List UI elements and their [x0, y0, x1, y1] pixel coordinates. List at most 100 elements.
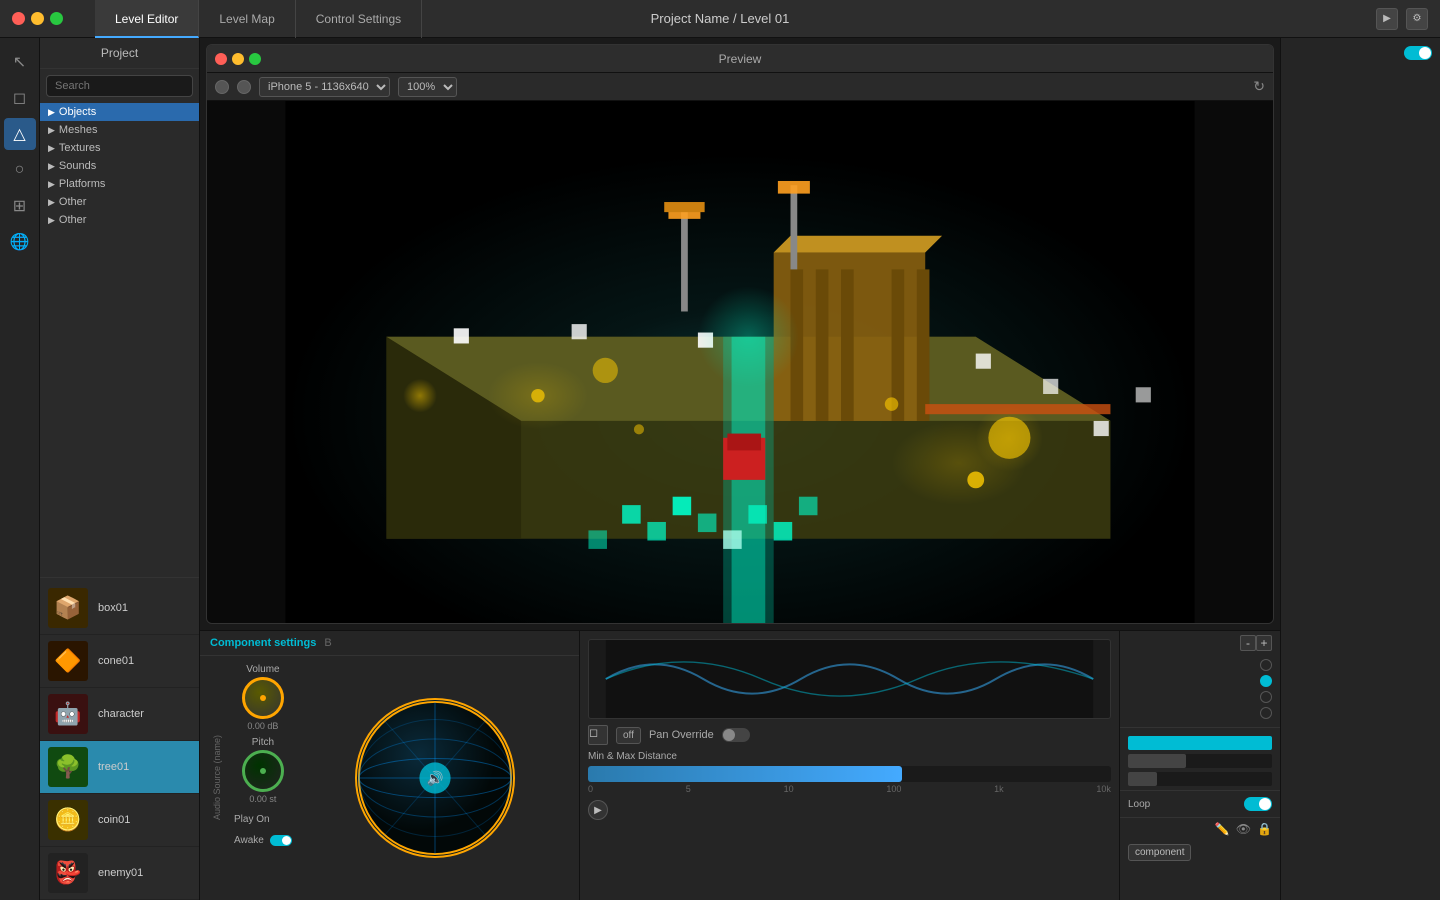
preview-close[interactable]: [215, 53, 227, 65]
maximize-button[interactable]: [50, 12, 63, 25]
edit-icon[interactable]: ✏️: [1215, 822, 1230, 836]
device-select[interactable]: iPhone 5 - 1136x640: [259, 77, 390, 97]
minus-button[interactable]: -: [1240, 635, 1256, 651]
right-toggle-row: [1289, 46, 1432, 60]
playback-row: ▶: [588, 800, 1111, 820]
component-button[interactable]: component: [1128, 844, 1191, 861]
slider-1[interactable]: [1128, 736, 1272, 750]
radio-btn-4[interactable]: [1260, 707, 1272, 719]
slider-2[interactable]: [1128, 754, 1272, 768]
circle-icon[interactable]: ○: [4, 154, 36, 186]
tab-control-settings[interactable]: Control Settings: [296, 0, 422, 38]
tree-item-textures[interactable]: ▶ Textures: [40, 139, 199, 157]
grid-icon[interactable]: ⊞: [4, 190, 36, 222]
distance-slider[interactable]: [588, 766, 1111, 782]
pitch-label: Pitch: [252, 737, 274, 748]
close-button[interactable]: [12, 12, 25, 25]
cursor-icon[interactable]: ↖: [4, 46, 36, 78]
preview-title: Preview: [719, 52, 762, 66]
prop-row-3: [1128, 691, 1272, 703]
radio-btn-2[interactable]: [1260, 675, 1272, 687]
preview-toolbar: iPhone 5 - 1136x640 100% ↻: [207, 73, 1273, 101]
preview-mode-btn2[interactable]: [237, 80, 251, 94]
main-toggle[interactable]: [1404, 46, 1432, 60]
tree-list: ▶ Objects ▶ Meshes ▶ Textures ▶ Sounds ▶…: [40, 103, 199, 573]
window-title: Project Name / Level 01: [651, 11, 790, 26]
tree-item-sounds[interactable]: ▶ Sounds: [40, 157, 199, 175]
search-input[interactable]: [46, 75, 193, 97]
game-scene-svg: [207, 101, 1273, 623]
window-controls: [0, 12, 75, 25]
preview-window: Preview iPhone 5 - 1136x640 100% ↻: [206, 44, 1274, 624]
action-icons-row: ✏️ 👁 🔒: [1120, 817, 1280, 840]
refresh-button[interactable]: ↻: [1253, 78, 1265, 95]
tree-item-objects[interactable]: ▶ Objects: [40, 103, 199, 121]
asset-enemy01[interactable]: 👺 enemy01: [40, 847, 199, 900]
sphere-svg: 🔊: [357, 698, 513, 858]
asset-thumb-tree01: 🌳: [48, 747, 88, 787]
prop-row-1: [1128, 659, 1272, 671]
asset-box01[interactable]: 📦 box01: [40, 582, 199, 635]
slider-1-fill: [1128, 736, 1272, 750]
asset-name-box01: box01: [98, 602, 128, 614]
settings-button[interactable]: ⚙: [1406, 8, 1428, 30]
waveform-svg: [589, 640, 1110, 718]
preview-minimize[interactable]: [232, 53, 244, 65]
minimize-button[interactable]: [31, 12, 44, 25]
component-settings-title: Component settings: [210, 637, 316, 649]
preview-mode-btn1[interactable]: [215, 80, 229, 94]
pitch-val: 0.00 st: [249, 794, 276, 804]
tree-item-meshes[interactable]: ▶ Meshes: [40, 121, 199, 139]
asset-coin01[interactable]: 🪙 coin01: [40, 794, 199, 847]
bottom-tab-b[interactable]: B: [324, 637, 331, 649]
pan-toggle-switch[interactable]: [722, 728, 750, 742]
asset-name-enemy01: enemy01: [98, 867, 143, 879]
globe-icon[interactable]: 🌐: [4, 226, 36, 258]
pan-toggle-btn[interactable]: ◻: [588, 725, 608, 745]
play-button[interactable]: ▶: [1376, 8, 1398, 30]
awake-label: Awake: [234, 835, 264, 846]
asset-character[interactable]: 🤖 character: [40, 688, 199, 741]
tree-item-other-1[interactable]: ▶ Other: [40, 193, 199, 211]
preview-maximize[interactable]: [249, 53, 261, 65]
asset-thumb-cone01: 🔶: [48, 641, 88, 681]
tree-item-platforms[interactable]: ▶ Platforms: [40, 175, 199, 193]
loop-toggle[interactable]: [1244, 797, 1272, 811]
plus-button[interactable]: +: [1256, 635, 1272, 651]
loop-row: Loop: [1120, 790, 1280, 817]
pitch-knob-group: Pitch 0.00 st: [234, 737, 292, 804]
volume-knob[interactable]: [242, 677, 284, 719]
shapes-icon[interactable]: ◻: [4, 82, 36, 114]
asset-list: 📦 box01 🔶 cone01 🤖 character 🌳 tree01 🪙 …: [40, 582, 199, 900]
asset-thumb-character: 🤖: [48, 694, 88, 734]
prop-row-4: [1128, 707, 1272, 719]
slider-3[interactable]: [1128, 772, 1272, 786]
eye-icon[interactable]: 👁: [1236, 822, 1251, 836]
asset-name-character: character: [98, 708, 144, 720]
asset-tree01[interactable]: 🌳 tree01: [40, 741, 199, 794]
asset-name-cone01: cone01: [98, 655, 134, 667]
radio-btn-3[interactable]: [1260, 691, 1272, 703]
slider-3-fill: [1128, 772, 1157, 786]
loop-label: Loop: [1128, 799, 1150, 810]
audio-sphere: 🔊: [355, 698, 515, 858]
pan-off-button[interactable]: off: [616, 727, 641, 744]
tab-level-editor[interactable]: Level Editor: [95, 0, 199, 38]
preview-window-controls: [215, 53, 261, 65]
zoom-select[interactable]: 100%: [398, 77, 457, 97]
awake-toggle[interactable]: [270, 835, 292, 846]
tab-level-map[interactable]: Level Map: [199, 0, 295, 38]
triangle-icon[interactable]: △: [4, 118, 36, 150]
asset-cone01[interactable]: 🔶 cone01: [40, 635, 199, 688]
lock-icon[interactable]: 🔒: [1257, 822, 1272, 836]
right-bottom-panel: - +: [1120, 631, 1280, 900]
title-tabs: Level Editor Level Map Control Settings: [95, 0, 422, 38]
knob-indicator: [260, 695, 266, 701]
pitch-knob[interactable]: [242, 750, 284, 792]
distance-slider-fill: [588, 766, 902, 782]
title-bar-actions: ▶ ⚙: [1376, 8, 1428, 30]
radio-btn-1[interactable]: [1260, 659, 1272, 671]
play-audio-button[interactable]: ▶: [588, 800, 608, 820]
panel-header: Project: [40, 38, 199, 69]
tree-item-other-2[interactable]: ▶ Other: [40, 211, 199, 229]
